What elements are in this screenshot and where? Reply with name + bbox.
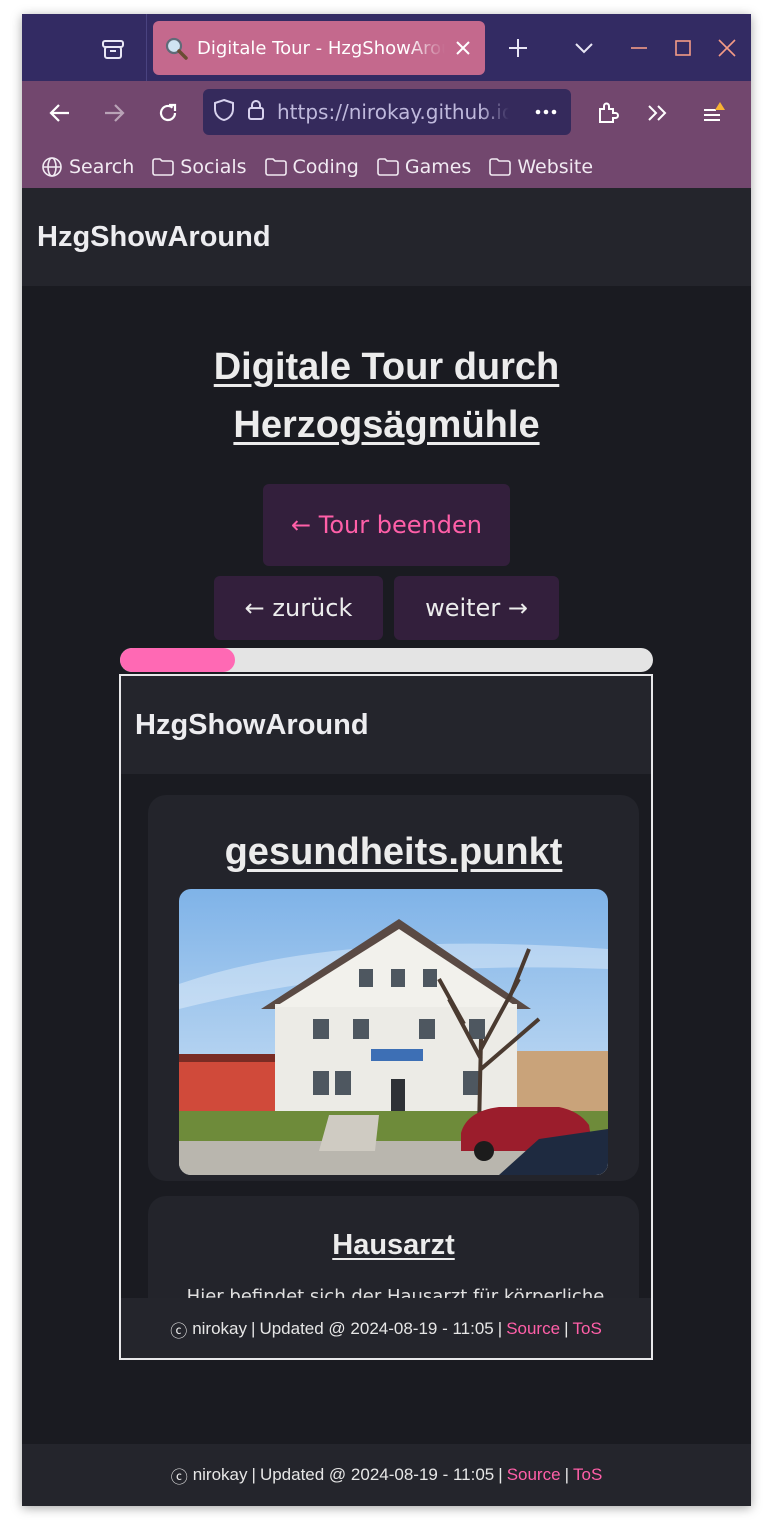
minimize-icon[interactable] [622, 30, 656, 66]
footer-separator: | [498, 1465, 503, 1484]
new-tab-icon[interactable] [500, 30, 536, 66]
page-title-line1: Digitale Tour durch [213, 346, 560, 388]
tab-active[interactable]: Digitale Tour - HzgShowAround [153, 21, 485, 75]
footer-separator: | [251, 1465, 256, 1484]
footer-author: nirokay [192, 1319, 248, 1338]
info-card-title: Hausarzt [332, 1229, 455, 1261]
url-bar[interactable]: https://nirokay.github.io/HzgShowAround/… [203, 89, 571, 135]
folder-icon [377, 157, 399, 176]
back-arrow-icon[interactable] [40, 93, 80, 133]
tab-separator [146, 14, 147, 81]
footer-separator: | [251, 1319, 256, 1338]
copyright-icon: ⓒ [170, 1321, 188, 1341]
close-tab-icon[interactable] [451, 36, 475, 60]
navigation-toolbar: https://nirokay.github.io/HzgShowAround/… [22, 81, 751, 145]
footer-separator: | [497, 1319, 503, 1338]
globe-icon [42, 156, 62, 177]
tour-progress-fill [120, 648, 235, 672]
shield-icon[interactable] [213, 98, 235, 126]
tab-bar: Digitale Tour - HzgShowAround [22, 14, 751, 81]
copyright-icon: ⓒ [170, 1467, 188, 1487]
extensions-puzzle-icon[interactable] [588, 93, 628, 133]
tour-progress-bar [120, 648, 653, 672]
end-tour-button[interactable]: ← Tour beenden [263, 484, 510, 566]
next-button[interactable]: weiter → [394, 576, 559, 640]
folder-icon [489, 157, 512, 176]
location-iframe[interactable]: HzgShowAround gesundheits.punkt Hausarzt… [119, 674, 653, 1360]
lock-icon[interactable] [247, 99, 265, 125]
forward-arrow-icon[interactable] [94, 93, 134, 133]
frame-footer: ⓒ nirokay | Updated @ 2024-08-19 - 11:05… [121, 1298, 651, 1358]
bookmark-games[interactable]: Games [377, 156, 471, 178]
magnifier-icon [163, 35, 189, 61]
bookmark-label: Search [69, 155, 135, 178]
footer-separator: | [564, 1319, 569, 1338]
close-window-icon[interactable] [710, 30, 744, 66]
location-card: gesundheits.punkt [148, 795, 639, 1181]
bookmark-website[interactable]: Website [489, 156, 593, 178]
frame-site-name[interactable]: HzgShowAround [135, 709, 369, 742]
frame-header: HzgShowAround [121, 676, 651, 774]
location-photo [179, 889, 608, 1175]
double-chevron-icon[interactable] [638, 93, 678, 133]
footer-separator: | [564, 1465, 569, 1484]
site-name[interactable]: HzgShowAround [37, 221, 271, 254]
page-title-line2: Herzogsägmühle [233, 404, 540, 446]
bookmark-socials[interactable]: Socials [152, 155, 247, 178]
bookmark-label: Games [404, 155, 472, 178]
bookmark-label: Coding [292, 155, 359, 178]
browser-window: Digitale Tour - HzgShowAround [22, 14, 751, 1506]
folder-icon [264, 157, 287, 176]
footer-tos-link[interactable]: ToS [572, 1319, 601, 1339]
location-title: gesundheits.punkt [224, 831, 563, 873]
footer-updated: Updated @ 2024-08-19 - 11:05 [259, 1319, 494, 1338]
bookmark-label: Socials [180, 155, 247, 178]
reload-icon[interactable] [148, 93, 188, 133]
footer-tos-link[interactable]: ToS [573, 1465, 602, 1485]
page-footer: ⓒ nirokay | Updated @ 2024-08-19 - 11:05… [22, 1444, 751, 1506]
bookmark-label: Website [517, 155, 594, 178]
chevron-down-icon[interactable] [566, 30, 602, 66]
maximize-icon[interactable] [666, 30, 700, 66]
footer-updated: Updated @ 2024-08-19 - 11:05 [259, 1465, 495, 1484]
bookmark-coding[interactable]: Coding [264, 155, 359, 178]
footer-source-link[interactable]: Source [506, 1319, 560, 1339]
bookmark-search[interactable]: Search [41, 156, 134, 178]
footer-author: nirokay [192, 1465, 248, 1484]
footer-source-link[interactable]: Source [507, 1465, 561, 1485]
tab-title: Digitale Tour - HzgShowAround [197, 37, 445, 59]
more-dots-icon[interactable] [531, 109, 561, 115]
folder-icon [152, 157, 175, 176]
url-text[interactable]: https://nirokay.github.io/HzgShowAround/… [277, 100, 509, 124]
page-title: Digitale Tour durch Herzogsägmühle [22, 338, 751, 454]
back-button[interactable]: ← zurück [214, 576, 383, 640]
tab-overview-icon[interactable] [92, 30, 134, 68]
hamburger-menu-icon[interactable] [694, 93, 734, 133]
page-content: HzgShowAround Digitale Tour durch Herzog… [22, 188, 751, 1506]
bookmarks-bar: Search Socials Coding Games Website [22, 145, 751, 188]
site-header: HzgShowAround [22, 188, 751, 286]
